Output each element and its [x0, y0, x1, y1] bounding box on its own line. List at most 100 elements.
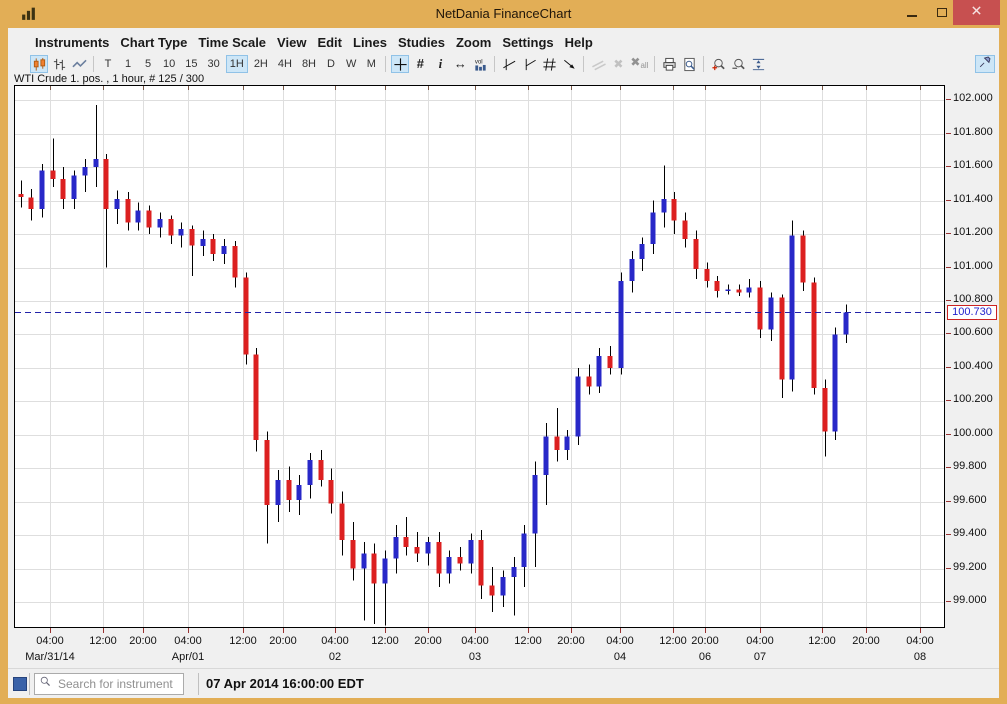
horizontal-expand-button[interactable]: ↔	[451, 55, 469, 73]
timeframe-button-30[interactable]: 30	[204, 55, 224, 73]
x-axis-tick	[705, 628, 706, 633]
x-axis-time-label: 20:00	[261, 635, 305, 647]
delete-line-button[interactable]: ✖	[609, 55, 627, 73]
zoom-in-button[interactable]	[709, 55, 727, 73]
y-axis-tick	[946, 233, 951, 234]
x-axis-date-label: 08	[882, 651, 958, 663]
x-axis-date-label: 02	[297, 651, 373, 663]
y-axis-tick	[946, 400, 951, 401]
y-axis-tick	[946, 333, 951, 334]
menu-item-studies[interactable]: Studies	[398, 33, 456, 52]
toolbar-separator	[385, 56, 386, 72]
delete-icon: ✖	[613, 57, 623, 71]
y-axis-label: 101.200	[953, 226, 993, 238]
fit-vertical-button[interactable]	[749, 55, 767, 73]
channel-button[interactable]	[540, 55, 558, 73]
toolbar: T151015301H2H4H8HDWM#i↔vol✖✖all	[8, 53, 999, 75]
x-axis-time-label: 04:00	[313, 635, 357, 647]
y-axis-label: 100.800	[953, 293, 993, 305]
timeframe-button-1h[interactable]: 1H	[226, 55, 248, 73]
maximize-icon	[937, 8, 947, 17]
timeframe-button-10[interactable]: 10	[159, 55, 179, 73]
timeframe-button-m[interactable]: M	[362, 55, 380, 73]
candlestick-chart-button[interactable]	[30, 55, 48, 73]
x-axis-date-label: Mar/31/14	[12, 651, 88, 663]
trend-line-icon	[502, 57, 517, 72]
y-axis-tick	[946, 300, 951, 301]
y-axis-tick	[946, 367, 951, 368]
chart-timestamp: 07 Apr 2014 16:00:00 EDT	[206, 676, 364, 691]
fit-vertical-icon	[751, 57, 766, 72]
minimize-icon	[907, 15, 917, 17]
pin-toolbar-button[interactable]	[975, 55, 995, 73]
menu-item-help[interactable]: Help	[565, 33, 604, 52]
x-axis-tick	[188, 628, 189, 633]
print-preview-icon	[682, 57, 697, 72]
timeframe-button-15[interactable]: 15	[181, 55, 201, 73]
x-axis-tick	[760, 628, 761, 633]
crosshair-button[interactable]	[391, 55, 409, 73]
y-axis-tick	[946, 267, 951, 268]
timeframe-button-1[interactable]: 1	[119, 55, 137, 73]
grid-icon: #	[417, 57, 424, 71]
menu-item-instruments[interactable]: Instruments	[35, 33, 120, 52]
menu-item-view[interactable]: View	[277, 33, 317, 52]
menu-item-lines[interactable]: Lines	[353, 33, 398, 52]
info-button[interactable]: i	[431, 55, 449, 73]
menu-item-settings[interactable]: Settings	[502, 33, 564, 52]
search-icon	[39, 675, 52, 693]
y-axis-tick	[946, 434, 951, 435]
menu-item-time-scale[interactable]: Time Scale	[198, 33, 277, 52]
timeframe-button-d[interactable]: D	[322, 55, 340, 73]
statusbar-separator	[198, 673, 199, 695]
chart-canvas[interactable]	[14, 85, 945, 628]
minimize-button[interactable]	[898, 0, 926, 25]
info-icon: i	[439, 57, 443, 71]
timeframe-button-t[interactable]: T	[99, 55, 117, 73]
instrument-label: WTI Crude 1. pos. , 1 hour, # 125 / 300	[14, 73, 204, 85]
close-icon	[970, 4, 983, 22]
trend-line-button[interactable]	[500, 55, 518, 73]
x-axis-time-label: 04:00	[898, 635, 942, 647]
x-axis-tick	[673, 628, 674, 633]
search-input[interactable]	[56, 676, 176, 692]
x-axis-tick	[335, 628, 336, 633]
timeframe-button-4h[interactable]: 4H	[274, 55, 296, 73]
menu-item-chart-type[interactable]: Chart Type	[120, 33, 198, 52]
y-axis-label: 101.000	[953, 260, 993, 272]
timeframe-button-5[interactable]: 5	[139, 55, 157, 73]
timeframe-button-8h[interactable]: 8H	[298, 55, 320, 73]
arrow-ray-button[interactable]	[560, 55, 578, 73]
print-icon	[662, 57, 677, 72]
pin-icon	[978, 55, 992, 74]
trend-ray-button[interactable]	[520, 55, 538, 73]
maximize-button[interactable]	[928, 0, 956, 25]
timeframe-button-w[interactable]: W	[342, 55, 360, 73]
bar-chart-button[interactable]	[50, 55, 68, 73]
y-axis-label: 101.600	[953, 159, 993, 171]
title-bar[interactable]: NetDania FinanceChart	[0, 0, 1007, 28]
x-axis[interactable]: 04:00Mar/31/1412:0020:0004:00Apr/0112:00…	[14, 628, 945, 668]
close-button[interactable]	[953, 0, 1000, 25]
channel-icon	[542, 57, 557, 72]
delete-all-lines-button[interactable]: ✖all	[629, 55, 649, 73]
candlestick-chart	[15, 86, 944, 627]
status-square-button[interactable]	[13, 677, 27, 691]
grid-button[interactable]: #	[411, 55, 429, 73]
menu-item-zoom[interactable]: Zoom	[456, 33, 502, 52]
parallel-lines-button[interactable]	[589, 55, 607, 73]
x-axis-tick	[866, 628, 867, 633]
x-axis-date-label: 04	[582, 651, 658, 663]
arrow-ray-icon	[562, 57, 577, 72]
y-axis-label: 100.400	[953, 360, 993, 372]
menu-item-edit[interactable]: Edit	[317, 33, 353, 52]
timeframe-button-2h[interactable]: 2H	[250, 55, 272, 73]
print-preview-button[interactable]	[680, 55, 698, 73]
print-button[interactable]	[660, 55, 678, 73]
volume-button[interactable]: vol	[471, 55, 489, 73]
y-axis[interactable]: 100.730 102.000101.800101.600101.400101.…	[946, 85, 999, 628]
y-axis-tick	[946, 133, 951, 134]
x-axis-time-label: 04:00	[598, 635, 642, 647]
line-chart-button[interactable]	[70, 55, 88, 73]
zoom-out-button[interactable]	[729, 55, 747, 73]
